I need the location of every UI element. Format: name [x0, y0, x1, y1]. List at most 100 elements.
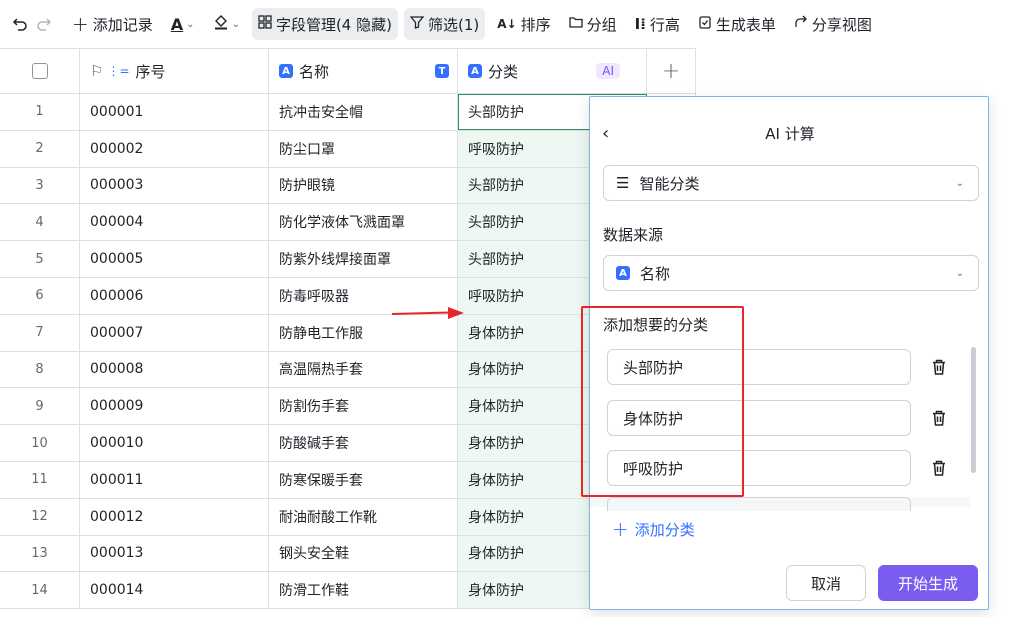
row-number-cell[interactable]: 11	[0, 461, 80, 498]
row-number-cell[interactable]: 14	[0, 572, 80, 609]
field-management-button[interactable]: 字段管理(4 隐藏)	[251, 8, 398, 40]
name-cell[interactable]: 防割伤手套	[269, 388, 458, 425]
share-icon	[794, 15, 808, 33]
text-color-button[interactable]: A ⌄	[165, 8, 201, 40]
select-all-checkbox[interactable]	[31, 63, 48, 79]
row-number-cell[interactable]: 13	[0, 535, 80, 572]
filter-button[interactable]: 筛选(1)	[403, 8, 486, 40]
column-label: 序号	[135, 62, 166, 81]
index-cell[interactable]: 000006	[80, 277, 269, 314]
index-cell[interactable]: 000011	[80, 461, 269, 498]
category-input[interactable]: 呼吸防护	[607, 450, 911, 486]
name-cell[interactable]: 抗冲击安全帽	[269, 94, 458, 130]
text-field-icon: A	[468, 64, 482, 78]
name-cell[interactable]: 防滑工作鞋	[269, 572, 458, 609]
row-number-cell[interactable]: 1	[0, 94, 80, 130]
name-cell[interactable]: 耐油耐酸工作靴	[269, 498, 458, 535]
category-input-partial[interactable]	[607, 497, 911, 511]
trash-icon[interactable]	[930, 358, 948, 376]
index-cell[interactable]: 000004	[80, 204, 269, 241]
row-number-cell[interactable]: 12	[0, 498, 80, 535]
row-number-cell[interactable]: 4	[0, 204, 80, 241]
index-cell[interactable]: 000008	[80, 351, 269, 388]
add-category-button[interactable]: + 添加分类	[612, 517, 695, 541]
name-cell[interactable]: 防酸碱手套	[269, 425, 458, 461]
filter-icon	[409, 15, 425, 33]
index-cell[interactable]: 000010	[80, 425, 269, 461]
name-cell[interactable]: 高温隔热手套	[269, 351, 458, 388]
row-height-button[interactable]: I⁞ 行高	[629, 8, 686, 40]
column-label: 名称	[299, 62, 330, 81]
ai-mode-select[interactable]: ☰ 智能分类 ⌄	[603, 165, 979, 201]
row-number-cell[interactable]: 5	[0, 241, 80, 277]
filter-label: 筛选(1)	[427, 15, 480, 34]
add-record-button[interactable]: + 添加记录	[66, 8, 159, 40]
panel-title: AI 计算	[765, 125, 815, 143]
name-cell[interactable]: 防寒保暖手套	[269, 461, 458, 498]
index-cell[interactable]: 000002	[80, 130, 269, 167]
data-source-label: 数据来源	[603, 226, 664, 244]
name-cell[interactable]: 防紫外线焊接面罩	[269, 241, 458, 277]
row-number-cell[interactable]: 10	[0, 425, 80, 461]
generate-form-button[interactable]: 生成表单	[692, 8, 782, 40]
ai-tag[interactable]: AI	[596, 63, 620, 79]
group-button[interactable]: 分组	[563, 8, 623, 40]
chevron-down-icon: ⌄	[955, 267, 964, 279]
paint-bucket-icon	[213, 14, 229, 34]
index-cell[interactable]: 000007	[80, 314, 269, 351]
fill-color-button[interactable]: ⌄	[207, 8, 246, 40]
plus-icon: +	[72, 12, 89, 36]
text-color-icon: A	[170, 14, 184, 34]
sort-button[interactable]: A↓ 排序	[491, 8, 556, 40]
row-height-icon: I⁞	[634, 15, 646, 33]
data-source-value: 名称	[640, 264, 671, 283]
index-cell[interactable]: 000014	[80, 572, 269, 609]
row-number-cell[interactable]: 6	[0, 277, 80, 314]
grid-icon	[258, 15, 272, 33]
grid-header: ⚐ ⋮= 序号 A 名称 T A 分类 AI +	[0, 48, 696, 94]
scrollbar[interactable]	[971, 347, 976, 473]
name-cell[interactable]: 防护眼镜	[269, 167, 458, 204]
sort-icon: A↓	[497, 17, 517, 31]
index-cell[interactable]: 000001	[80, 94, 269, 130]
index-cell[interactable]: 000012	[80, 498, 269, 535]
start-generate-button[interactable]: 开始生成	[878, 565, 978, 601]
row-height-label: 行高	[649, 15, 680, 34]
plus-icon: +	[612, 517, 629, 541]
toolbar: + 添加记录 A ⌄ ⌄ 字段管理(4 隐藏) 筛选(1) A↓ 排序 分组 I…	[0, 0, 1024, 48]
row-number-cell[interactable]: 7	[0, 314, 80, 351]
column-header-index[interactable]: ⚐ ⋮= 序号	[80, 49, 269, 93]
column-label: 分类	[488, 62, 519, 81]
field-management-label: 字段管理(4 隐藏)	[275, 15, 392, 34]
add-column-button[interactable]: +	[647, 49, 696, 93]
column-header-category[interactable]: A 分类 AI	[458, 49, 647, 93]
undo-icon[interactable]	[8, 12, 32, 36]
chevron-down-icon: ⌄	[231, 18, 240, 30]
column-header-name[interactable]: A 名称 T	[269, 49, 458, 93]
flag-icon: ⚐	[90, 62, 104, 80]
data-source-select[interactable]: A 名称 ⌄	[603, 255, 979, 291]
index-cell[interactable]: 000013	[80, 535, 269, 572]
redo-icon[interactable]	[32, 12, 56, 36]
trash-icon[interactable]	[930, 459, 948, 477]
category-input[interactable]: 头部防护	[607, 349, 911, 385]
clipboard-check-icon	[698, 15, 712, 33]
generate-form-label: 生成表单	[715, 15, 776, 34]
text-type-icon[interactable]: T	[435, 64, 449, 78]
ai-mode-value: 智能分类	[639, 174, 700, 193]
share-view-button[interactable]: 分享视图	[788, 8, 878, 40]
row-number-cell[interactable]: 9	[0, 388, 80, 425]
cancel-button[interactable]: 取消	[786, 565, 866, 601]
category-input[interactable]: 身体防护	[607, 400, 911, 436]
name-cell[interactable]: 防化学液体飞溅面罩	[269, 204, 458, 241]
row-number-cell[interactable]: 8	[0, 351, 80, 388]
trash-icon[interactable]	[930, 409, 948, 427]
name-cell[interactable]: 钢头安全鞋	[269, 535, 458, 572]
name-cell[interactable]: 防尘口罩	[269, 130, 458, 167]
row-number-cell[interactable]: 2	[0, 130, 80, 167]
index-cell[interactable]: 000005	[80, 241, 269, 277]
text-field-icon: A	[616, 266, 630, 280]
row-number-cell[interactable]: 3	[0, 167, 80, 204]
index-cell[interactable]: 000009	[80, 388, 269, 425]
index-cell[interactable]: 000003	[80, 167, 269, 204]
